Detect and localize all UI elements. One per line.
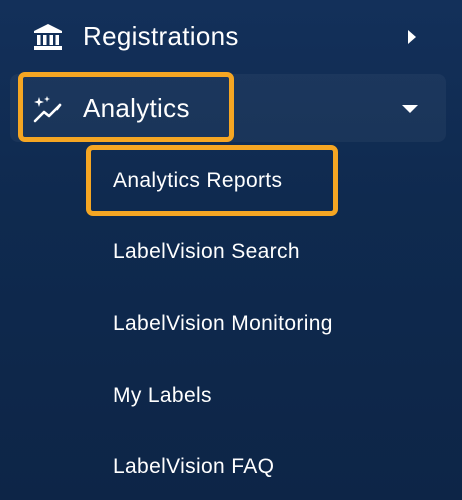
bank-icon <box>34 24 62 50</box>
submenu-item-labelvision-monitoring[interactable]: LabelVision Monitoring <box>113 310 333 338</box>
sparkle-trend-icon <box>33 96 62 123</box>
caret-right-icon <box>408 30 416 44</box>
sidebar-nav: Registrations Analytics Analytics Report… <box>0 0 462 500</box>
submenu-item-analytics-reports[interactable]: Analytics Reports <box>113 167 282 195</box>
sidebar-item-label: Analytics <box>83 93 190 123</box>
submenu-item-labelvision-search[interactable]: LabelVision Search <box>113 238 300 266</box>
sidebar-item-label: Registrations <box>83 21 239 51</box>
caret-down-icon <box>402 105 418 113</box>
sidebar-item-analytics[interactable]: Analytics <box>10 74 446 142</box>
submenu-item-my-labels[interactable]: My Labels <box>113 382 212 410</box>
submenu-item-labelvision-faq[interactable]: LabelVision FAQ <box>113 453 274 481</box>
sidebar-item-registrations[interactable]: Registrations <box>10 2 446 70</box>
